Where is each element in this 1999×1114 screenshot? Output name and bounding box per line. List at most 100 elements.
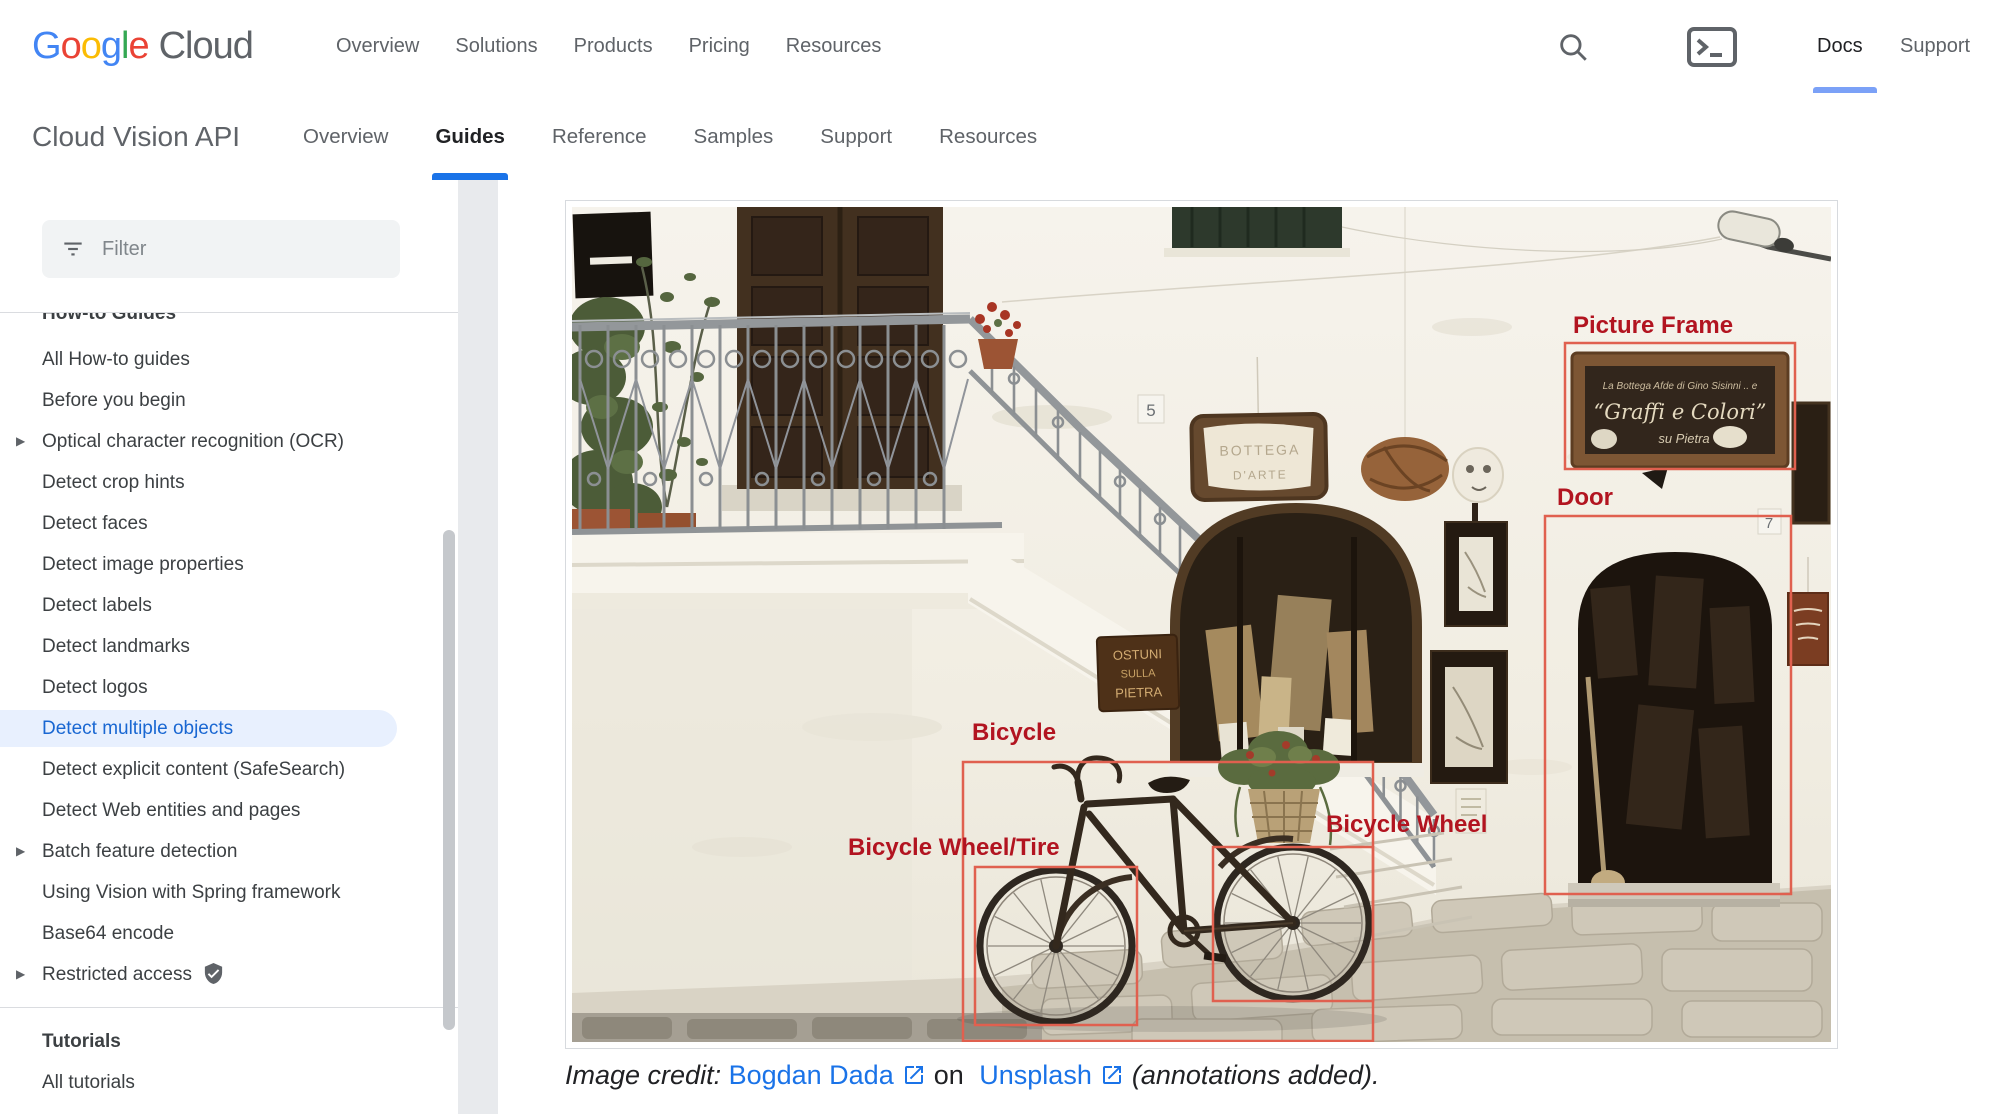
sidebar-item-label: Detect image properties	[42, 554, 244, 575]
sidebar-items: All How-to guides Before you begin ▶ Optica…	[0, 339, 458, 995]
photo-ostuni-sign: OSTUNI SULLA PIETRA	[1097, 635, 1180, 712]
sidebar-item-all-tutorials[interactable]: All tutorials	[0, 1062, 458, 1103]
image-credit: Image credit: Bogdan Dadaon Unsplash(ann…	[565, 1060, 1380, 1091]
top-nav-solutions[interactable]: Solutions	[455, 35, 537, 58]
photo-mailbox	[573, 212, 654, 299]
docs-link[interactable]: Docs	[1817, 0, 1863, 93]
tab-overview[interactable]: Overview	[303, 93, 388, 180]
sidebar-item-detect-landmarks[interactable]: Detect landmarks	[0, 626, 458, 667]
product-title: Cloud Vision API	[32, 93, 240, 180]
photo-number-7-tile: 7	[1758, 509, 1781, 534]
sidebar-scroll-area: How-to Guides All How-to guides Before yo…	[0, 312, 458, 1114]
cloud-shell-button[interactable]	[1686, 0, 1738, 93]
tab-guides[interactable]: Guides	[435, 93, 505, 180]
top-nav: Overview Solutions Products Pricing Resource…	[336, 0, 881, 93]
main-content: OSTUNI SULLA PIETRA BOTTEGA D'ARTE 5	[498, 180, 1999, 1114]
top-nav-pricing[interactable]: Pricing	[689, 35, 750, 58]
cloud-logo-text: Cloud	[159, 25, 253, 68]
external-link-icon[interactable]	[1100, 1063, 1124, 1087]
expand-arrow-icon[interactable]: ▶	[16, 421, 25, 462]
sidebar-item-detect-multiple-objects[interactable]: Detect multiple objects	[0, 710, 397, 747]
sidebar-item-label: Before you begin	[42, 390, 186, 411]
sidebar-item-label: Detect landmarks	[42, 636, 190, 657]
sidebar-item-label: Detect crop hints	[42, 472, 185, 493]
credit-link-unsplash[interactable]: Unsplash	[979, 1060, 1092, 1090]
photo-right-edge-frame	[1793, 403, 1829, 523]
terminal-icon	[1686, 26, 1738, 68]
search-button[interactable]	[1556, 0, 1590, 93]
sidebar-item-restricted-access[interactable]: ▶ Restricted access	[0, 954, 458, 995]
svg-text:su Pietra: su Pietra	[1658, 431, 1709, 446]
tab-reference[interactable]: Reference	[552, 93, 647, 180]
sidebar-item-optical-character-recognition-ocr[interactable]: ▶ Optical character recognition (OCR)	[0, 421, 458, 462]
sidebar-item-all-how-to-guides[interactable]: All How-to guides	[0, 339, 458, 380]
filter-input[interactable]	[100, 237, 354, 262]
tab-samples[interactable]: Samples	[694, 93, 774, 180]
credit-mid: on	[934, 1060, 964, 1090]
support-link[interactable]: Support	[1900, 0, 1970, 93]
sidebar-item-using-vision-with-spring-framework[interactable]: Using Vision with Spring framework	[0, 872, 458, 913]
svg-text:OSTUNI: OSTUNI	[1113, 646, 1163, 663]
annotation-label-picture-frame: Picture Frame	[1573, 312, 1733, 339]
expand-arrow-icon[interactable]: ▶	[16, 831, 25, 872]
photo-number-5-tile: 5	[1138, 395, 1164, 423]
tutorials-heading: Tutorials	[0, 1022, 458, 1062]
sidebar-item-label: Detect Web entities and pages	[42, 800, 300, 821]
credit-link-bogdan-dada[interactable]: Bogdan Dada	[729, 1060, 894, 1090]
sidebar-item-before-you-begin[interactable]: Before you begin	[0, 380, 458, 421]
sidebar-item-detect-labels[interactable]: Detect labels	[0, 585, 458, 626]
search-icon	[1556, 30, 1590, 64]
annotation-label-bicycle-wheel-tire: Bicycle Wheel/Tire	[848, 834, 1060, 861]
sidebar-item-detect-faces[interactable]: Detect faces	[0, 503, 458, 544]
sidebar-item-base64-encode[interactable]: Base64 encode	[0, 913, 458, 954]
google-logo-letters: Google	[32, 25, 149, 68]
annotation-label-bicycle: Bicycle	[972, 719, 1056, 746]
svg-text:BOTTEGA: BOTTEGA	[1219, 441, 1300, 458]
external-link-icon[interactable]	[902, 1063, 926, 1087]
annotation-label-bicycle-wheel: Bicycle Wheel	[1326, 811, 1487, 838]
sidebar-filter[interactable]	[42, 220, 400, 278]
sidebar-item-detect-explicit-content-safesearch[interactable]: Detect explicit content (SafeSearch)	[0, 749, 458, 790]
photo-skull-ornament	[1453, 448, 1503, 502]
sidebar-item-label: Detect logos	[42, 677, 148, 698]
sidebar-item-label: All How-to guides	[42, 349, 190, 370]
sidebar-item-detect-crop-hints[interactable]: Detect crop hints	[0, 462, 458, 503]
tab-resources[interactable]: Resources	[939, 93, 1037, 180]
sidebar-section-heading: How-to Guides	[0, 312, 458, 327]
tab-support[interactable]: Support	[820, 93, 892, 180]
sidebar-item-label: Batch feature detection	[42, 841, 237, 862]
product-header: Cloud Vision API Overview Guides Reference…	[0, 93, 1999, 181]
sidebar-item-batch-feature-detection[interactable]: ▶ Batch feature detection	[0, 831, 458, 872]
top-nav-products[interactable]: Products	[574, 35, 653, 58]
top-nav-resources[interactable]: Resources	[786, 35, 882, 58]
expand-arrow-icon[interactable]: ▶	[16, 954, 25, 995]
shield-check-icon	[202, 962, 225, 985]
sidebar-scrollbar-thumb[interactable]	[443, 530, 455, 1030]
sidebar-item-label: Restricted access	[42, 964, 192, 985]
photo-shuttered-window	[1164, 207, 1350, 257]
top-nav-overview[interactable]: Overview	[336, 35, 419, 58]
sidebar-item-detect-web-entities-and-pages[interactable]: Detect Web entities and pages	[0, 790, 458, 831]
photo-left-door	[722, 207, 962, 511]
svg-text:D'ARTE: D'ARTE	[1233, 468, 1288, 483]
sidebar-item-label: Base64 encode	[42, 923, 174, 944]
panel-gutter	[458, 180, 498, 1114]
annotated-image-card: OSTUNI SULLA PIETRA BOTTEGA D'ARTE 5	[565, 200, 1838, 1049]
annotation-label-door: Door	[1557, 484, 1613, 511]
sidebar: How-to Guides All How-to guides Before yo…	[0, 180, 458, 1114]
photo-right-door	[1568, 552, 1780, 907]
photo-chalkboard-sign: La Bottega Afde di Gino Sisinni .. e “Gr…	[1572, 353, 1788, 467]
sidebar-item-label: Detect explicit content (SafeSearch)	[42, 759, 345, 780]
svg-text:5: 5	[1146, 401, 1155, 420]
sidebar-item-detect-image-properties[interactable]: Detect image properties	[0, 544, 458, 585]
sidebar-item-detect-logos[interactable]: Detect logos	[0, 667, 458, 708]
object-detection-photo: OSTUNI SULLA PIETRA BOTTEGA D'ARTE 5	[572, 207, 1831, 1042]
sidebar-divider	[0, 1007, 458, 1008]
google-cloud-logo[interactable]: Google Cloud	[32, 0, 253, 93]
sidebar-item-label: Detect multiple objects	[42, 718, 233, 739]
sidebar-item-label: Optical character recognition (OCR)	[42, 431, 344, 452]
svg-text:SULLA: SULLA	[1120, 667, 1156, 680]
sidebar-item-label: Using Vision with Spring framework	[42, 882, 341, 903]
active-tab-underline	[432, 173, 508, 180]
svg-text:La Bottega Afde di Gino Sisinn: La Bottega Afde di Gino Sisinni .. e	[1603, 381, 1758, 392]
